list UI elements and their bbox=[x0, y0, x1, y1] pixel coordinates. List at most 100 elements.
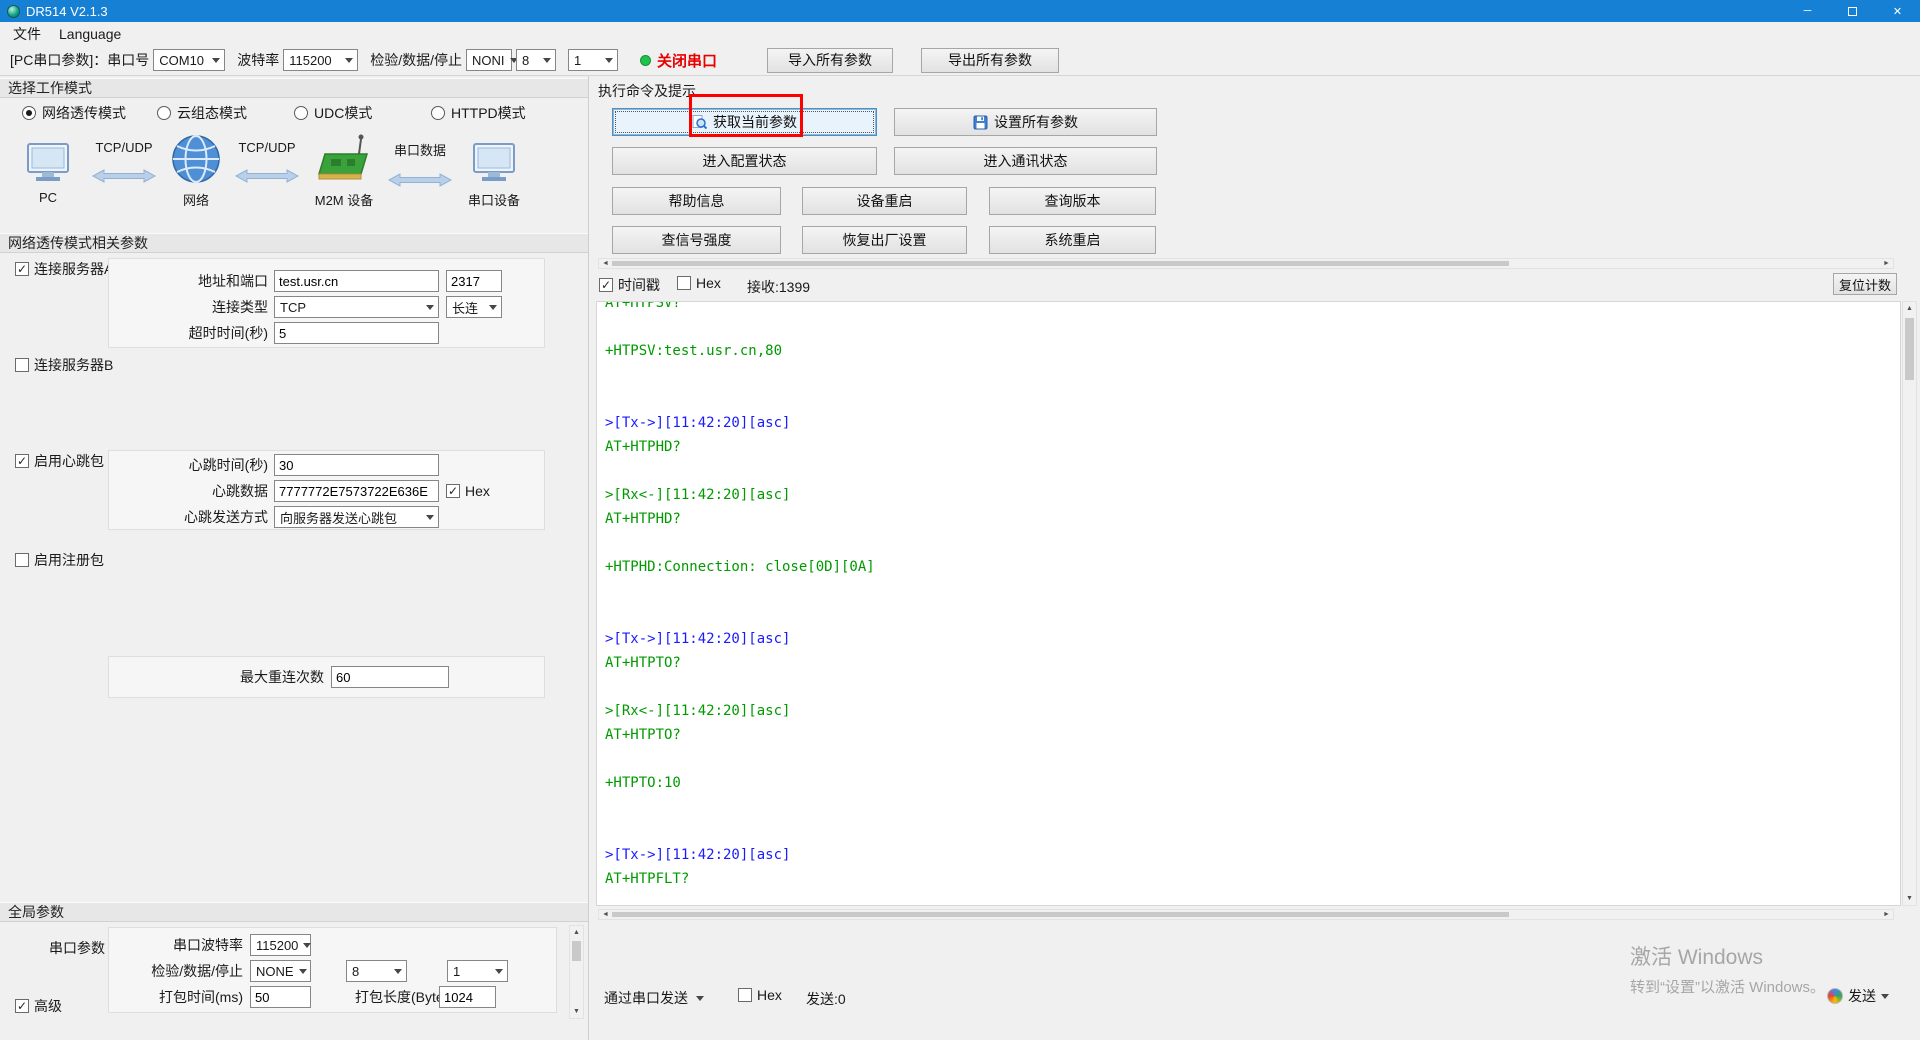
stopbits-select[interactable]: 1 bbox=[568, 49, 618, 71]
windows-activation-watermark: 激活 Windows 转到“设置”以激活 Windows。 bbox=[1630, 941, 1825, 997]
scrollbar-thumb[interactable] bbox=[612, 912, 1509, 917]
log-area[interactable]: AT+HTPSV? +HTPSV:test.usr.cn,80 >[Tx->][… bbox=[596, 301, 1901, 906]
work-mode-radio[interactable]: HTTPD模式 bbox=[431, 103, 526, 123]
work-mode-radio[interactable]: 云组态模式 bbox=[157, 103, 247, 123]
work-mode-radio[interactable]: UDC模式 bbox=[294, 103, 372, 123]
import-params-button[interactable]: 导入所有参数 bbox=[767, 48, 893, 73]
heartbeat-label: 启用心跳包 bbox=[34, 451, 104, 471]
serial-stopbits-select[interactable]: 1 bbox=[447, 960, 508, 982]
serial-databits-select[interactable]: 8 bbox=[346, 960, 407, 982]
minimize-icon: ─ bbox=[1804, 5, 1812, 17]
scrollbar-thumb[interactable] bbox=[1905, 318, 1914, 380]
com-port-select[interactable]: COM10 bbox=[153, 49, 225, 71]
system-reboot-button[interactable]: 系统重启 bbox=[989, 226, 1156, 254]
close-port-button[interactable]: 关闭串口 bbox=[657, 50, 717, 71]
hex-label: Hex bbox=[757, 987, 782, 1003]
enter-config-button[interactable]: 进入配置状态 bbox=[612, 147, 877, 175]
scroll-down-arrow[interactable]: ▼ bbox=[570, 1005, 583, 1018]
heartbeat-checkbox[interactable]: 启用心跳包 bbox=[15, 451, 104, 471]
close-button[interactable]: ✕ bbox=[1875, 0, 1920, 22]
factory-reset-button[interactable]: 恢复出厂设置 bbox=[802, 226, 967, 254]
pc-monitor-icon bbox=[25, 126, 71, 186]
conn-keep-select[interactable]: 长连 bbox=[446, 296, 502, 318]
menu-language[interactable]: Language bbox=[50, 22, 130, 45]
baud-label: 波特率 bbox=[237, 50, 279, 70]
scrollbar-thumb[interactable] bbox=[612, 261, 1509, 266]
diagram-node-m2m: M2M 设备 bbox=[306, 126, 382, 232]
query-version-button[interactable]: 查询版本 bbox=[989, 187, 1156, 215]
global-params-section-header: 全局参数 bbox=[0, 902, 588, 922]
max-reconnect-input[interactable] bbox=[331, 666, 449, 688]
device-reboot-button[interactable]: 设备重启 bbox=[802, 187, 967, 215]
scroll-left-arrow[interactable]: ◄ bbox=[599, 910, 612, 919]
close-icon: ✕ bbox=[1893, 5, 1902, 18]
pack-time-input[interactable] bbox=[250, 986, 311, 1008]
commands-section-header: 执行命令及提示 bbox=[598, 81, 696, 101]
set-all-params-button[interactable]: 设置所有参数 bbox=[894, 108, 1157, 136]
server-b-checkbox[interactable]: 连接服务器B bbox=[15, 355, 113, 375]
work-mode-options: 网络透传模式 云组态模式 UDC模式 HTTPD模式 bbox=[0, 103, 588, 123]
scroll-up-arrow[interactable]: ▲ bbox=[1903, 302, 1916, 315]
send-via-serial-dropdown[interactable]: 通过串口发送 bbox=[604, 988, 704, 1008]
checkbox-icon bbox=[677, 276, 691, 290]
get-current-params-button[interactable]: 获取当前参数 bbox=[612, 108, 877, 136]
watermark-line2: 转到“设置”以激活 Windows。 bbox=[1630, 976, 1825, 997]
serial-parity-select[interactable]: NONE bbox=[250, 960, 311, 982]
scrollbar-thumb[interactable] bbox=[572, 941, 581, 961]
enter-comm-button[interactable]: 进入通讯状态 bbox=[894, 147, 1157, 175]
work-mode-radio[interactable]: 网络透传模式 bbox=[22, 103, 126, 123]
server-a-checkbox[interactable]: 连接服务器A bbox=[15, 259, 113, 279]
server-a-groupbox: 地址和端口 连接类型 TCP 长连 超时时间(秒) bbox=[108, 258, 545, 348]
minimize-button[interactable]: ─ bbox=[1785, 0, 1830, 22]
log-line: >[Tx->][11:42:20][asc] bbox=[605, 627, 1900, 651]
heartbeat-data-input[interactable] bbox=[274, 480, 439, 502]
scroll-down-arrow[interactable]: ▼ bbox=[1903, 892, 1916, 905]
menu-file[interactable]: 文件 bbox=[4, 22, 50, 45]
send-hex-checkbox[interactable]: Hex bbox=[738, 987, 782, 1003]
checkbox-icon bbox=[15, 999, 29, 1013]
serial-baud-select[interactable]: 115200 bbox=[250, 934, 311, 956]
double-arrow-icon bbox=[235, 169, 299, 183]
timeout-input[interactable] bbox=[274, 322, 439, 344]
log-vertical-scrollbar[interactable]: ▲ ▼ bbox=[1902, 301, 1917, 906]
port-open-indicator bbox=[640, 55, 651, 66]
register-checkbox[interactable]: 启用注册包 bbox=[15, 550, 104, 570]
maximize-icon bbox=[1848, 7, 1857, 16]
log-top-scrollbar[interactable]: ◄ ► bbox=[598, 258, 1894, 269]
parity-select[interactable]: NONI bbox=[466, 49, 512, 71]
heartbeat-hex-checkbox[interactable]: Hex bbox=[446, 483, 490, 499]
timestamp-checkbox[interactable]: 时间戳 bbox=[599, 275, 660, 295]
help-info-button[interactable]: 帮助信息 bbox=[612, 187, 781, 215]
serial-params-label: 串口参数 bbox=[49, 938, 105, 958]
checkbox-icon bbox=[15, 358, 29, 372]
server-a-label: 连接服务器A bbox=[34, 259, 113, 279]
heartbeat-time-input[interactable] bbox=[274, 454, 439, 476]
log-hex-checkbox[interactable]: Hex bbox=[677, 275, 721, 291]
export-params-button[interactable]: 导出所有参数 bbox=[921, 48, 1059, 73]
global-params-scrollbar[interactable]: ▲ ▼ bbox=[569, 925, 584, 1019]
server-a-address-input[interactable] bbox=[274, 270, 439, 292]
scroll-right-arrow[interactable]: ► bbox=[1880, 910, 1893, 919]
scroll-up-arrow[interactable]: ▲ bbox=[570, 926, 583, 939]
heartbeat-groupbox: 心跳时间(秒) 心跳数据 Hex 心跳发送方式 向服务器发送心跳包 bbox=[108, 450, 545, 530]
query-signal-button[interactable]: 查信号强度 bbox=[612, 226, 781, 254]
heartbeat-mode-select[interactable]: 向服务器发送心跳包 bbox=[274, 506, 439, 528]
baud-select[interactable]: 115200 bbox=[283, 49, 358, 71]
scroll-left-arrow[interactable]: ◄ bbox=[599, 259, 612, 268]
pack-length-input[interactable] bbox=[439, 986, 496, 1008]
advanced-checkbox[interactable]: 高级 bbox=[15, 996, 62, 1016]
pack-length-label: 打包长度(Bytes) bbox=[355, 987, 439, 1007]
send-button[interactable]: 发送 bbox=[1827, 986, 1889, 1006]
log-bottom-scrollbar[interactable]: ◄ ► bbox=[598, 909, 1894, 920]
hex-label: Hex bbox=[696, 275, 721, 291]
checkbox-icon bbox=[15, 553, 29, 567]
reset-count-button[interactable]: 复位计数 bbox=[1833, 273, 1897, 295]
server-a-port-input[interactable] bbox=[446, 270, 502, 292]
heartbeat-data-label: 心跳数据 bbox=[109, 481, 274, 501]
scroll-right-arrow[interactable]: ► bbox=[1880, 259, 1893, 268]
conn-type-select[interactable]: TCP bbox=[274, 296, 439, 318]
maximize-button[interactable] bbox=[1830, 0, 1875, 22]
log-line bbox=[605, 675, 1900, 699]
pack-time-label: 打包时间(ms) bbox=[109, 987, 250, 1007]
databits-select[interactable]: 8 bbox=[516, 49, 556, 71]
